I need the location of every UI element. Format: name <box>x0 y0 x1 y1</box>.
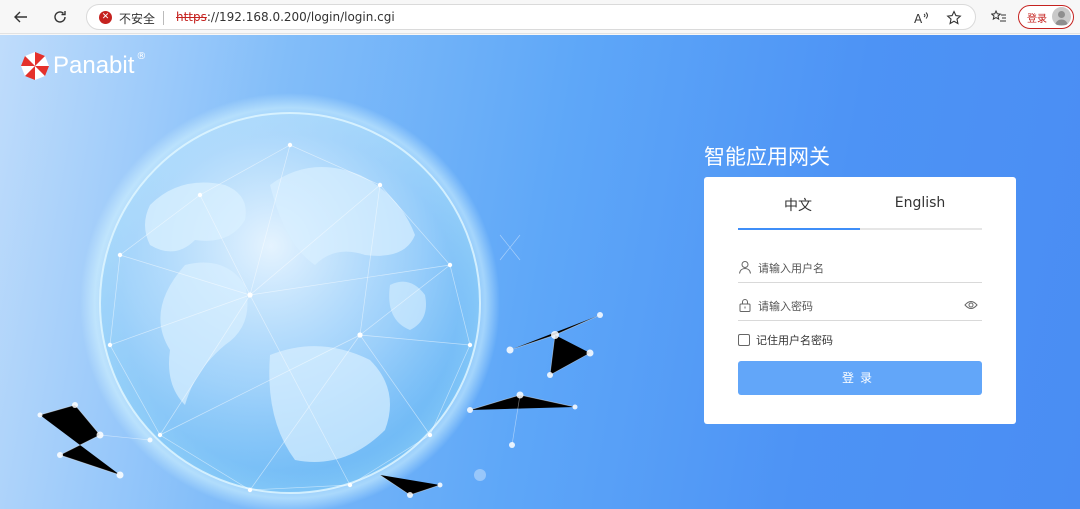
remember-me[interactable]: 记住用户名密码 <box>738 332 833 348</box>
address-bar[interactable]: ✕ 不安全 https://192.168.0.200/login/login.… <box>86 4 976 30</box>
favorites-list-button[interactable] <box>988 6 1010 28</box>
svg-text:A: A <box>914 12 923 25</box>
tab-english[interactable]: English <box>860 195 980 229</box>
avatar <box>1052 7 1071 26</box>
product-title: 智能应用网关 <box>704 145 830 169</box>
registered-mark: ® <box>136 50 147 62</box>
url-text[interactable]: https://192.168.0.200/login/login.cgi <box>176 10 395 24</box>
refresh-icon <box>54 11 66 23</box>
login-card: 中文 English 记住用户名密码 登录 <box>704 177 1016 424</box>
user-icon <box>739 261 751 274</box>
remember-checkbox[interactable] <box>738 334 750 346</box>
login-page: Panabit ® 智能应用网关 中文 English 记住用户名密码 登录 <box>0 35 1080 509</box>
address-separator <box>163 11 164 25</box>
favorites-list-icon <box>991 9 1006 22</box>
eye-icon[interactable] <box>964 299 978 311</box>
refresh-button[interactable] <box>49 6 71 28</box>
back-button[interactable] <box>10 6 32 28</box>
password-input[interactable] <box>758 296 958 316</box>
security-status[interactable]: 不安全 <box>119 10 155 27</box>
umbrella-logo-icon <box>21 52 49 80</box>
browser-toolbar: ✕ 不安全 https://192.168.0.200/login/login.… <box>0 0 1080 34</box>
profile-signin-button[interactable]: 登录 <box>1018 5 1074 29</box>
read-aloud-button[interactable]: A <box>911 8 931 28</box>
profile-signin-label: 登录 <box>1027 14 1047 25</box>
password-field[interactable] <box>738 293 982 321</box>
tab-chinese[interactable]: 中文 <box>738 195 858 229</box>
active-tab-indicator <box>738 228 860 230</box>
logo-text: Panabit <box>53 52 135 79</box>
favorite-button[interactable] <box>944 8 964 28</box>
arrow-left-icon <box>14 11 27 23</box>
username-field[interactable] <box>738 255 982 283</box>
url-path: ://192.168.0.200/login/login.cgi <box>206 10 395 24</box>
url-scheme: https <box>176 10 207 24</box>
username-input[interactable] <box>758 258 958 278</box>
login-submit-button[interactable]: 登录 <box>738 361 982 395</box>
remember-label: 记住用户名密码 <box>756 334 833 347</box>
star-icon <box>946 10 962 25</box>
lock-icon <box>739 299 751 312</box>
insecure-warning-icon[interactable]: ✕ <box>99 11 112 24</box>
user-avatar-icon <box>1055 11 1068 25</box>
panabit-logo: Panabit ® <box>20 51 146 81</box>
read-aloud-icon: A <box>914 12 928 25</box>
